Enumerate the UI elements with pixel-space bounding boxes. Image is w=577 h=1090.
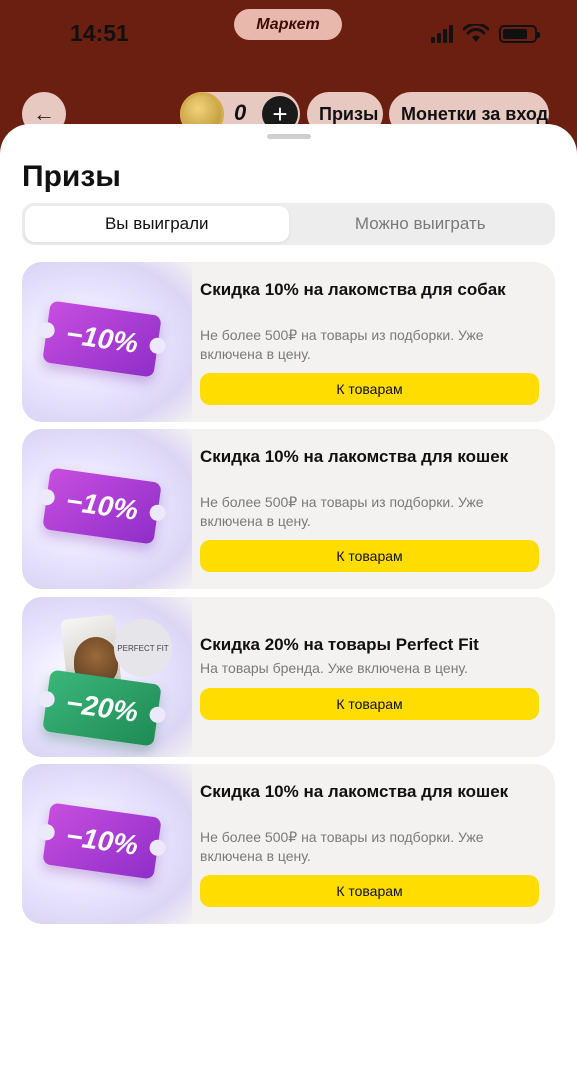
card-art: −10% — [22, 429, 192, 589]
prize-card: −10% Скидка 10% на лакомства для кошек Н… — [22, 764, 555, 924]
to-products-button[interactable]: К товарам — [200, 688, 539, 720]
card-title: Скидка 10% на лакомства для кошек — [200, 782, 509, 801]
wifi-icon — [463, 24, 489, 42]
card-art: −10% — [22, 262, 192, 422]
signal-icon — [431, 25, 453, 43]
card-description: На товары бренда. Уже включена в цену. — [200, 660, 468, 676]
status-time: 14:51 — [70, 20, 129, 46]
card-description: Не более 500₽ на товары из подборки. Уже… — [200, 494, 484, 529]
card-art: PERFECT FIT −20% — [22, 597, 192, 757]
coin-count: 0 — [234, 100, 247, 125]
to-products-button[interactable]: К товарам — [200, 540, 539, 572]
card-description: Не более 500₽ на товары из подборки. Уже… — [200, 327, 484, 362]
discount-ticket-icon: −10% — [42, 802, 162, 880]
status-bar: 14:51 Маркет — [0, 0, 577, 70]
status-icons — [431, 24, 540, 44]
sheet-grabber[interactable] — [267, 134, 311, 139]
prize-card: −10% Скидка 10% на лакомства для собак Н… — [22, 262, 555, 422]
segmented-tabs: Вы выиграли Можно выиграть — [22, 203, 555, 245]
discount-ticket-icon: −20% — [42, 669, 162, 747]
prize-card: PERFECT FIT −20% Скидка 20% на товары Pe… — [22, 597, 555, 757]
card-title: Скидка 10% на лакомства для кошек — [200, 447, 509, 466]
prize-card: −10% Скидка 10% на лакомства для кошек Н… — [22, 429, 555, 589]
tab-can-win[interactable]: Можно выиграть — [289, 206, 553, 242]
battery-icon — [499, 25, 540, 43]
card-art: −10% — [22, 764, 192, 924]
card-title: Скидка 10% на лакомства для собак — [200, 280, 506, 299]
to-products-button[interactable]: К товарам — [200, 875, 539, 907]
to-products-button[interactable]: К товарам — [200, 373, 539, 405]
sheet-title: Призы — [22, 160, 121, 193]
card-title: Скидка 20% на товары Perfect Fit — [200, 635, 479, 654]
brand-logo: PERFECT FIT — [114, 619, 172, 677]
card-description: Не более 500₽ на товары из подборки. Уже… — [200, 829, 484, 864]
prizes-sheet: Призы Вы выиграли Можно выиграть −10% Ск… — [0, 124, 577, 1090]
tab-won[interactable]: Вы выиграли — [25, 206, 289, 242]
discount-ticket-icon: −10% — [42, 467, 162, 545]
app-name-pill: Маркет — [234, 9, 342, 40]
discount-ticket-icon: −10% — [42, 300, 162, 378]
